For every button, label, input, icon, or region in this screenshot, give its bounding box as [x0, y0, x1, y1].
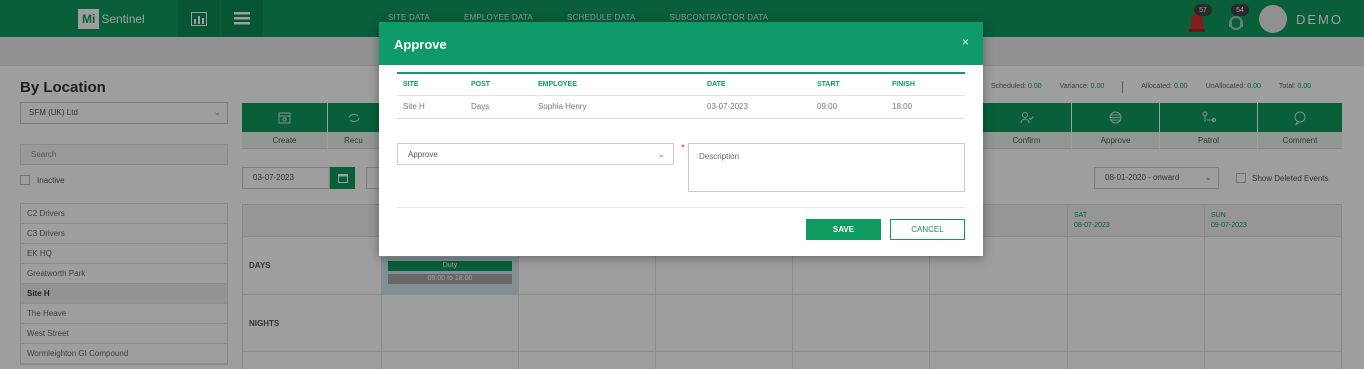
col-header-finish: FINISH [892, 81, 915, 88]
cell-start: 09:00 [817, 102, 838, 111]
cancel-button[interactable]: CANCEL [890, 219, 965, 240]
table-header-row: SITE POST EMPLOYEE DATE START FINISH [397, 74, 965, 96]
modal-divider [397, 207, 965, 208]
cell-site: Site H [403, 102, 425, 111]
col-header-date: DATE [707, 81, 726, 88]
status-select-value: Approve [408, 150, 438, 159]
table-row: Site H Days Sophia Henry 03-07-2023 09:0… [397, 96, 965, 118]
close-icon[interactable]: × [962, 35, 969, 49]
required-indicator: * [681, 143, 685, 154]
cell-finish: 18:00 [892, 102, 913, 111]
cell-post: Days [471, 102, 490, 111]
col-header-employee: EMPLOYEE [538, 81, 577, 88]
col-header-start: START [817, 81, 840, 88]
col-header-post: POST [471, 81, 491, 88]
description-textarea[interactable]: Description [688, 143, 965, 192]
shift-table: SITE POST EMPLOYEE DATE START FINISH Sit… [397, 72, 965, 119]
cell-date: 03-07-2023 [707, 102, 748, 111]
chevron-down-icon: ⌄ [657, 149, 665, 159]
save-button[interactable]: SAVE [806, 219, 881, 240]
approve-modal: Approve × SITE POST EMPLOYEE DATE START … [379, 22, 983, 256]
cell-employee: Sophia Henry [538, 102, 587, 111]
modal-header: Approve × [379, 22, 983, 65]
col-header-site: SITE [403, 81, 419, 88]
modal-title: Approve [394, 37, 447, 52]
status-select[interactable]: Approve ⌄ [397, 143, 674, 165]
